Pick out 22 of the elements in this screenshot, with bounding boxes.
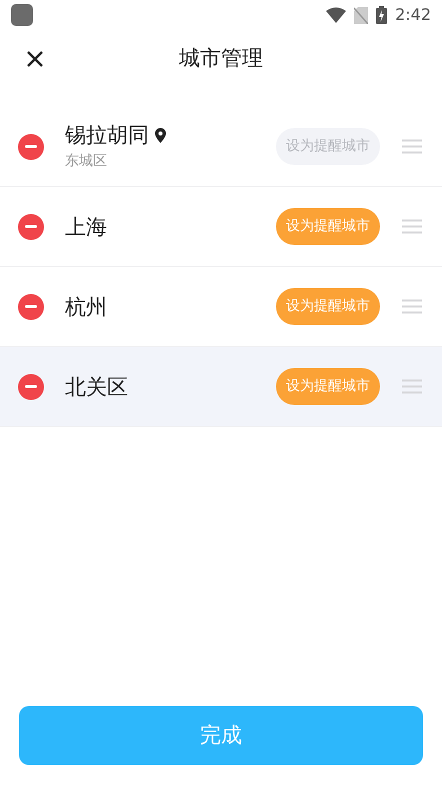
city-name: 锡拉胡同 xyxy=(65,122,149,149)
city-name: 杭州 xyxy=(65,294,107,320)
remove-button[interactable] xyxy=(18,214,44,240)
set-reminder-city-button[interactable]: 设为提醒城市 xyxy=(276,208,380,245)
district-label: 东城区 xyxy=(65,152,108,171)
set-reminder-city-button[interactable]: 设为提醒城市 xyxy=(276,368,380,405)
remove-button[interactable] xyxy=(18,294,44,320)
clock-time: 2:42 xyxy=(395,4,431,26)
done-button[interactable]: 完成 xyxy=(19,706,423,765)
drag-handle-icon[interactable] xyxy=(402,299,422,314)
no-sim-icon xyxy=(354,6,368,24)
remove-button[interactable] xyxy=(18,374,44,400)
drag-handle-icon[interactable] xyxy=(402,219,422,234)
wifi-icon xyxy=(326,7,346,23)
city-row[interactable]: 北关区 设为提醒城市 xyxy=(0,347,442,427)
city-name: 北关区 xyxy=(65,374,128,400)
set-reminder-city-button[interactable]: 设为提醒城市 xyxy=(276,288,380,325)
page-title: 城市管理 xyxy=(179,45,263,72)
city-name: 上海 xyxy=(65,214,107,240)
drag-handle-icon[interactable] xyxy=(402,379,422,394)
app-icon xyxy=(11,4,33,26)
battery-charging-icon xyxy=(376,6,388,24)
